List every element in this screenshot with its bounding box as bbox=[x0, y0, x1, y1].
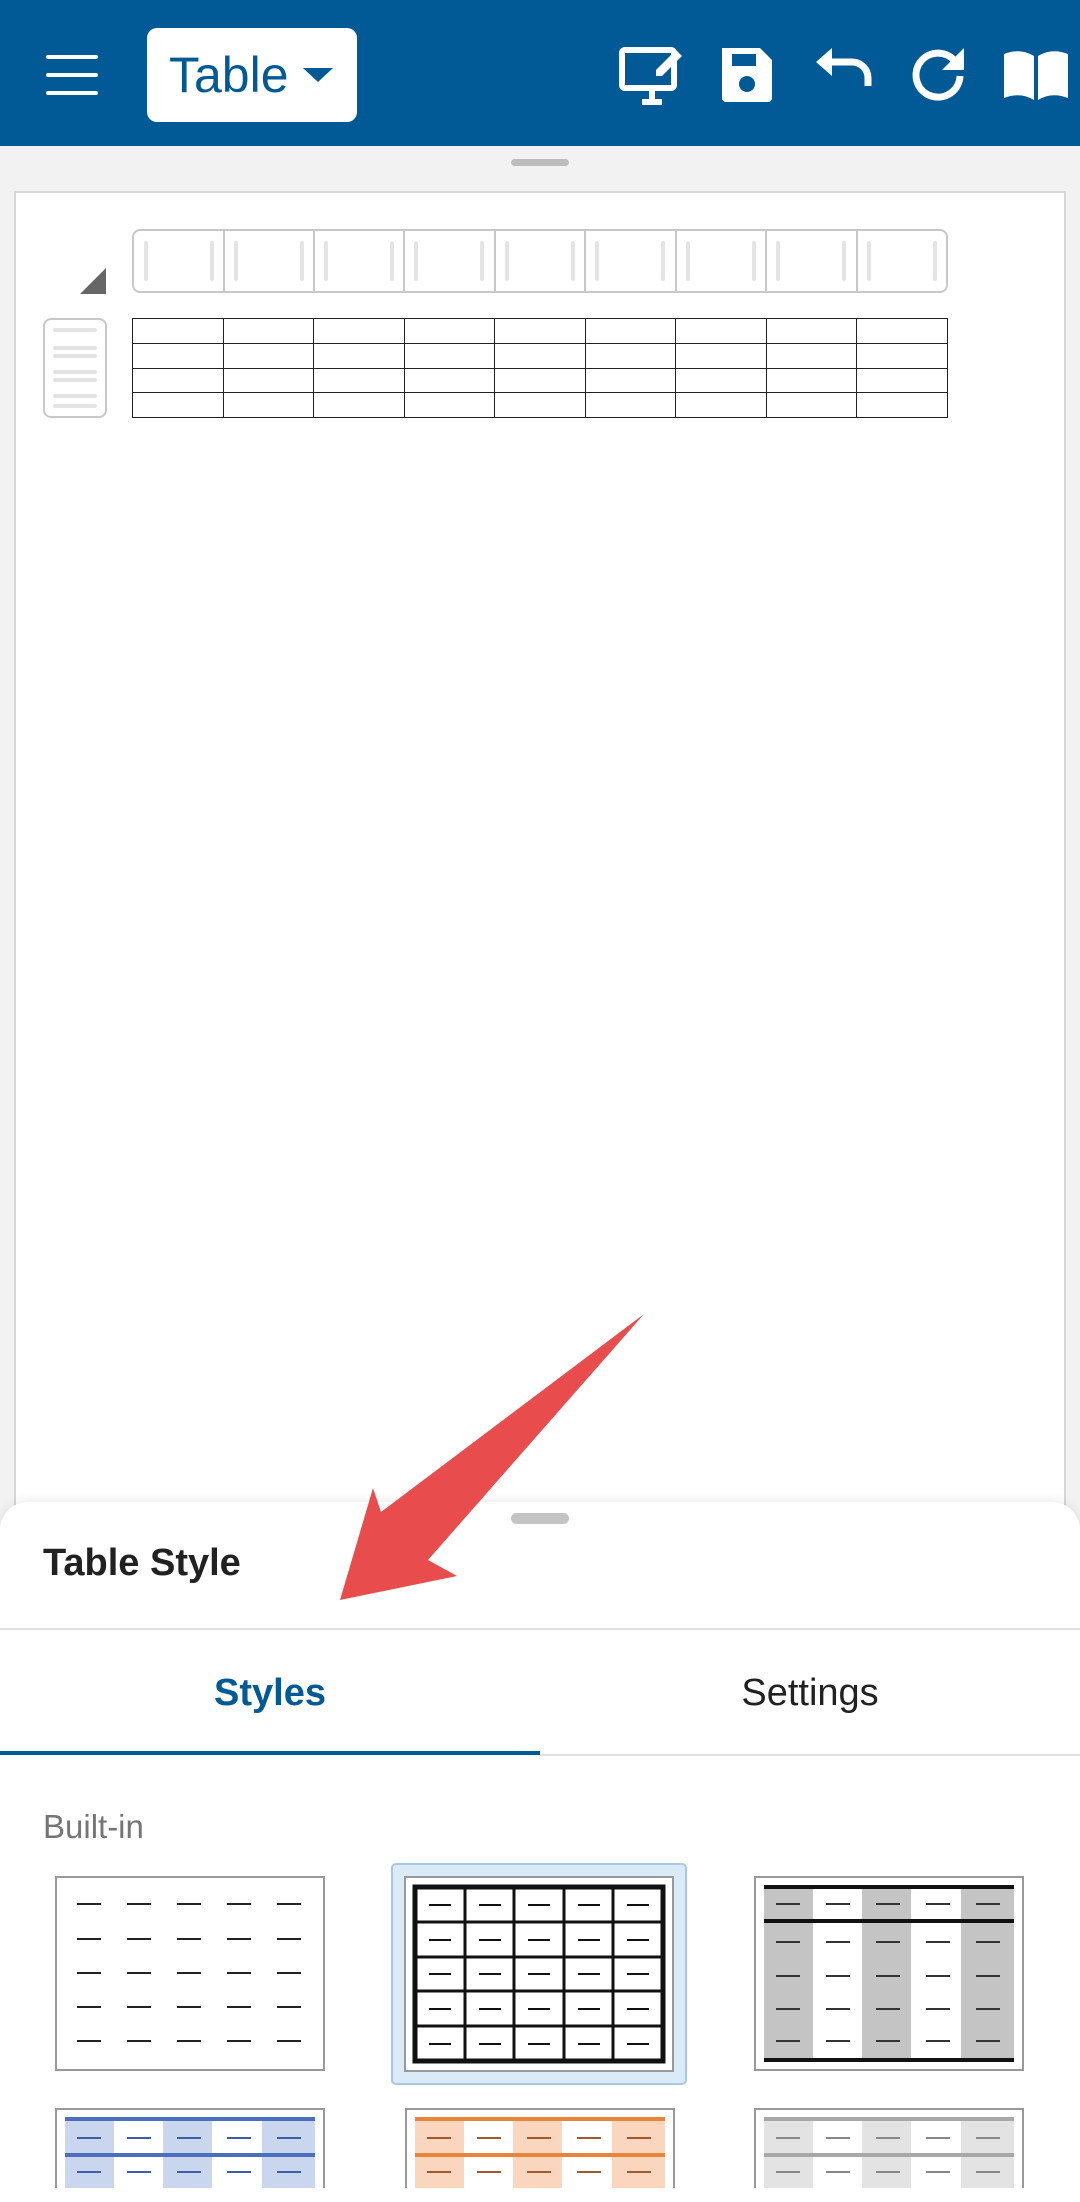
menu-icon[interactable] bbox=[38, 45, 110, 105]
table-cell[interactable] bbox=[222, 392, 315, 418]
active-tab-indicator bbox=[0, 1751, 540, 1755]
column-ruler[interactable] bbox=[132, 229, 948, 293]
table-cell[interactable] bbox=[856, 318, 948, 344]
table-row bbox=[132, 392, 948, 418]
panel-title: Table Style bbox=[43, 1542, 241, 1584]
section-label-built-in: Built-in bbox=[43, 1808, 144, 1845]
present-edit-icon[interactable] bbox=[616, 40, 686, 110]
table-cell[interactable] bbox=[494, 318, 586, 344]
table-row bbox=[132, 342, 948, 369]
table-cell[interactable] bbox=[675, 367, 767, 394]
table-cell[interactable] bbox=[675, 342, 767, 369]
table-cell[interactable] bbox=[403, 342, 496, 369]
table-cell[interactable] bbox=[584, 318, 677, 344]
mode-label: Table bbox=[169, 47, 289, 103]
tab-settings[interactable]: Settings bbox=[540, 1632, 1080, 1754]
table-cell[interactable] bbox=[403, 318, 496, 344]
table-row bbox=[132, 367, 948, 394]
table-cell[interactable] bbox=[132, 367, 224, 394]
table-cell[interactable] bbox=[765, 318, 858, 344]
table-cell[interactable] bbox=[584, 342, 677, 369]
table-style-panel bbox=[0, 1502, 1080, 2202]
table-cell[interactable] bbox=[403, 367, 496, 394]
table-cell[interactable] bbox=[856, 392, 948, 418]
table-cell[interactable] bbox=[403, 392, 496, 418]
document-table[interactable] bbox=[132, 318, 948, 418]
read-mode-icon[interactable] bbox=[1000, 40, 1070, 110]
divider bbox=[540, 1754, 1080, 1756]
table-cell[interactable] bbox=[675, 318, 767, 344]
table-cell[interactable] bbox=[132, 392, 224, 418]
table-cell[interactable] bbox=[313, 392, 405, 418]
table-cell[interactable] bbox=[765, 367, 858, 394]
table-cell[interactable] bbox=[313, 367, 405, 394]
save-icon[interactable] bbox=[712, 40, 782, 110]
style-banded-blue[interactable] bbox=[55, 2108, 325, 2188]
chevron-down-icon bbox=[302, 68, 333, 82]
panel-drag-handle[interactable] bbox=[511, 1513, 569, 1524]
table-cell[interactable] bbox=[494, 342, 586, 369]
table-cell[interactable] bbox=[765, 342, 858, 369]
table-cell[interactable] bbox=[856, 367, 948, 394]
row-ruler[interactable] bbox=[43, 318, 107, 418]
undo-icon[interactable] bbox=[808, 40, 878, 110]
table-row bbox=[132, 318, 948, 344]
drag-handle[interactable] bbox=[511, 159, 569, 166]
style-banded-light-gray[interactable] bbox=[754, 2108, 1024, 2188]
divider bbox=[0, 1628, 1080, 1630]
table-cell[interactable] bbox=[313, 318, 405, 344]
table-cell[interactable] bbox=[222, 367, 315, 394]
table-cell[interactable] bbox=[675, 392, 767, 418]
table-cell[interactable] bbox=[494, 392, 586, 418]
table-cell[interactable] bbox=[765, 392, 858, 418]
table-select-corner-icon[interactable] bbox=[80, 268, 106, 294]
table-cell[interactable] bbox=[222, 342, 315, 369]
table-cell[interactable] bbox=[494, 367, 586, 394]
table-cell[interactable] bbox=[313, 342, 405, 369]
table-cell[interactable] bbox=[584, 392, 677, 418]
table-cell[interactable] bbox=[584, 367, 677, 394]
style-grid-black[interactable] bbox=[391, 1863, 687, 2085]
table-cell[interactable] bbox=[856, 342, 948, 369]
table-cell[interactable] bbox=[132, 342, 224, 369]
style-plain-dashes[interactable] bbox=[55, 1876, 325, 2071]
table-cell[interactable] bbox=[222, 318, 315, 344]
mode-dropdown[interactable]: Table bbox=[147, 28, 357, 122]
top-toolbar: Table bbox=[0, 0, 1080, 146]
style-banded-orange[interactable] bbox=[405, 2108, 675, 2188]
tab-styles[interactable]: Styles bbox=[0, 1632, 540, 1754]
style-banded-gray-columns[interactable] bbox=[754, 1876, 1024, 2071]
redo-icon[interactable] bbox=[904, 40, 974, 110]
table-cell[interactable] bbox=[132, 318, 224, 344]
